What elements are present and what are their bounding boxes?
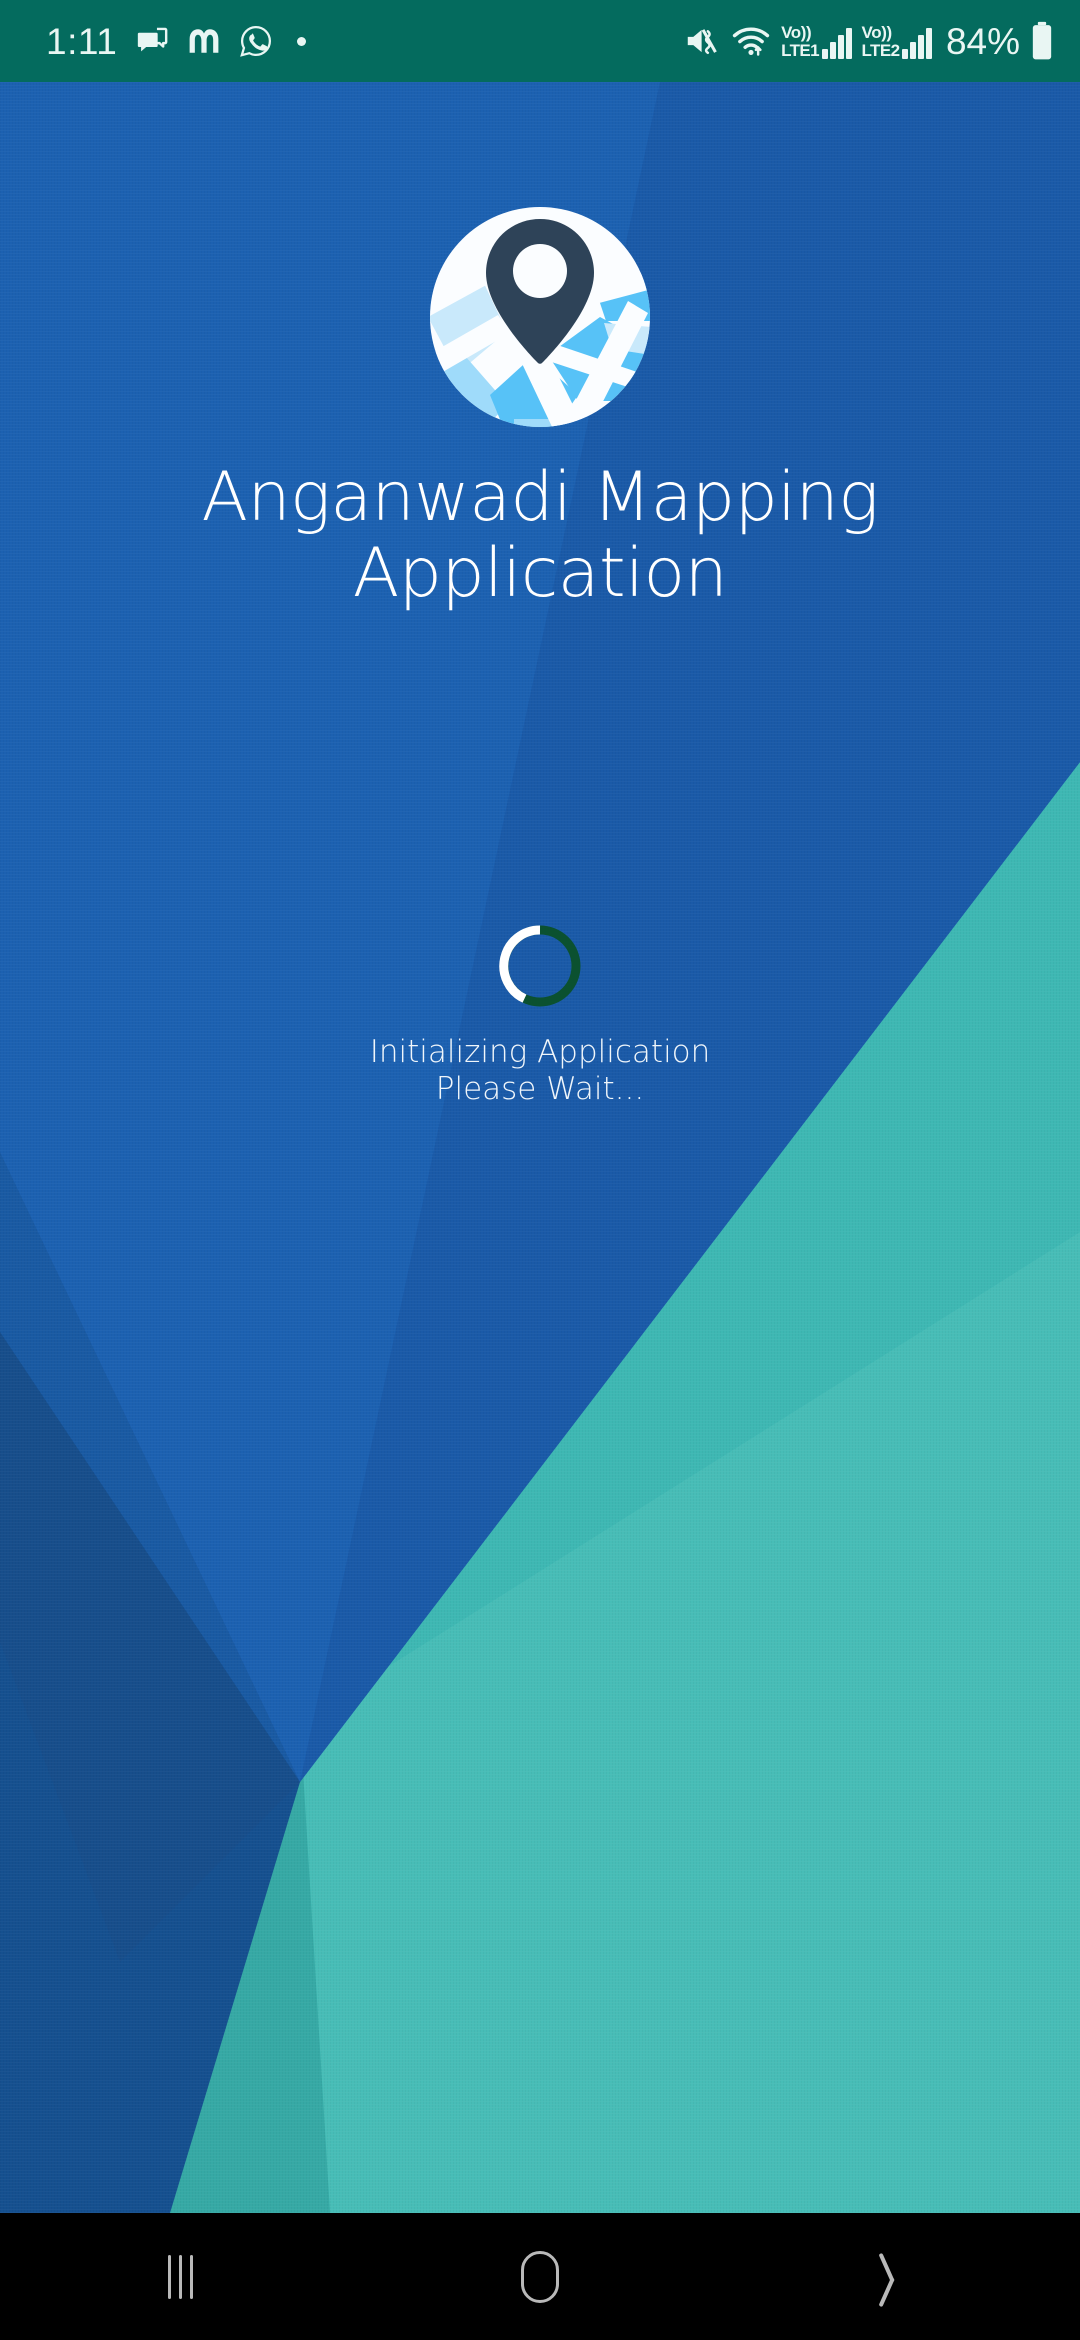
sim2-volte-bottom: LTE2 bbox=[861, 40, 901, 60]
volume-mute-vibrate-icon bbox=[685, 25, 721, 57]
wifi-icon bbox=[731, 25, 771, 57]
status-bar: 1:11 Vo)) LTE1 Vo)) LTE2 84% bbox=[0, 0, 1080, 82]
sim1-status: Vo)) LTE1 bbox=[781, 22, 852, 60]
messages-icon bbox=[135, 24, 169, 58]
wallpaper-shapes bbox=[0, 82, 1080, 2213]
sim1-volte-top: Vo)) bbox=[781, 22, 812, 42]
sim2-status: Vo)) LTE2 bbox=[862, 24, 932, 59]
sim1-signal-bars-icon bbox=[822, 27, 852, 59]
status-bar-clock: 1:11 bbox=[46, 20, 118, 62]
back-chevron-icon bbox=[885, 2251, 915, 2303]
m-app-icon bbox=[187, 26, 221, 56]
wallpaper-background bbox=[0, 82, 1080, 2213]
recents-icon bbox=[167, 2254, 193, 2299]
sim2-volte-top: Vo)) bbox=[861, 22, 893, 42]
back-button[interactable] bbox=[800, 2213, 1000, 2340]
home-icon bbox=[521, 2250, 559, 2303]
status-bar-left: 1:11 bbox=[46, 20, 307, 62]
status-bar-right: Vo)) LTE1 Vo)) LTE2 84% bbox=[685, 21, 1054, 61]
home-button[interactable] bbox=[440, 2213, 640, 2340]
sim1-volte-bottom: LTE1 bbox=[781, 40, 820, 60]
phone-screen: 1:11 Vo)) LTE1 Vo)) LTE2 84% Anganwadi M… bbox=[0, 0, 1080, 2340]
recents-button[interactable] bbox=[80, 2213, 280, 2340]
navigation-bar bbox=[0, 2213, 1080, 2340]
sim2-volte-label: Vo)) LTE2 bbox=[861, 22, 901, 60]
whatsapp-icon bbox=[239, 24, 273, 58]
battery-icon bbox=[1030, 21, 1054, 61]
battery-percent-label: 84% bbox=[945, 20, 1020, 62]
sim1-volte-label: Vo)) LTE1 bbox=[781, 22, 820, 60]
sim2-signal-bars-icon bbox=[902, 27, 932, 59]
notification-dot-icon bbox=[297, 36, 307, 46]
